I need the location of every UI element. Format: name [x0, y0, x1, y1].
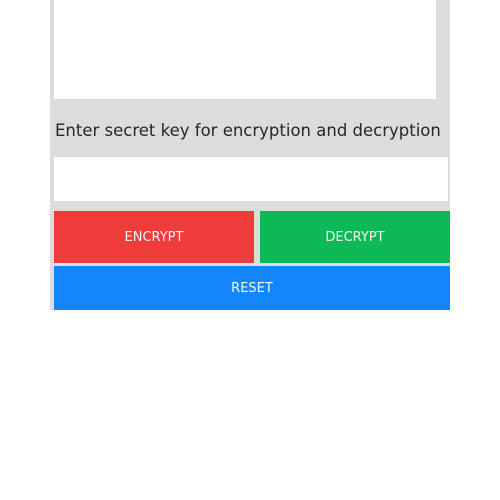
- secret-key-label: Enter secret key for encryption and decr…: [55, 121, 441, 140]
- app-window: Enter secret key for encryption and decr…: [0, 0, 500, 500]
- encrypt-button[interactable]: ENCRYPT: [54, 211, 254, 263]
- secret-key-input[interactable]: [54, 157, 448, 201]
- message-textarea[interactable]: [54, 0, 436, 99]
- decrypt-button[interactable]: DECRYPT: [260, 211, 450, 263]
- reset-button[interactable]: RESET: [54, 266, 450, 310]
